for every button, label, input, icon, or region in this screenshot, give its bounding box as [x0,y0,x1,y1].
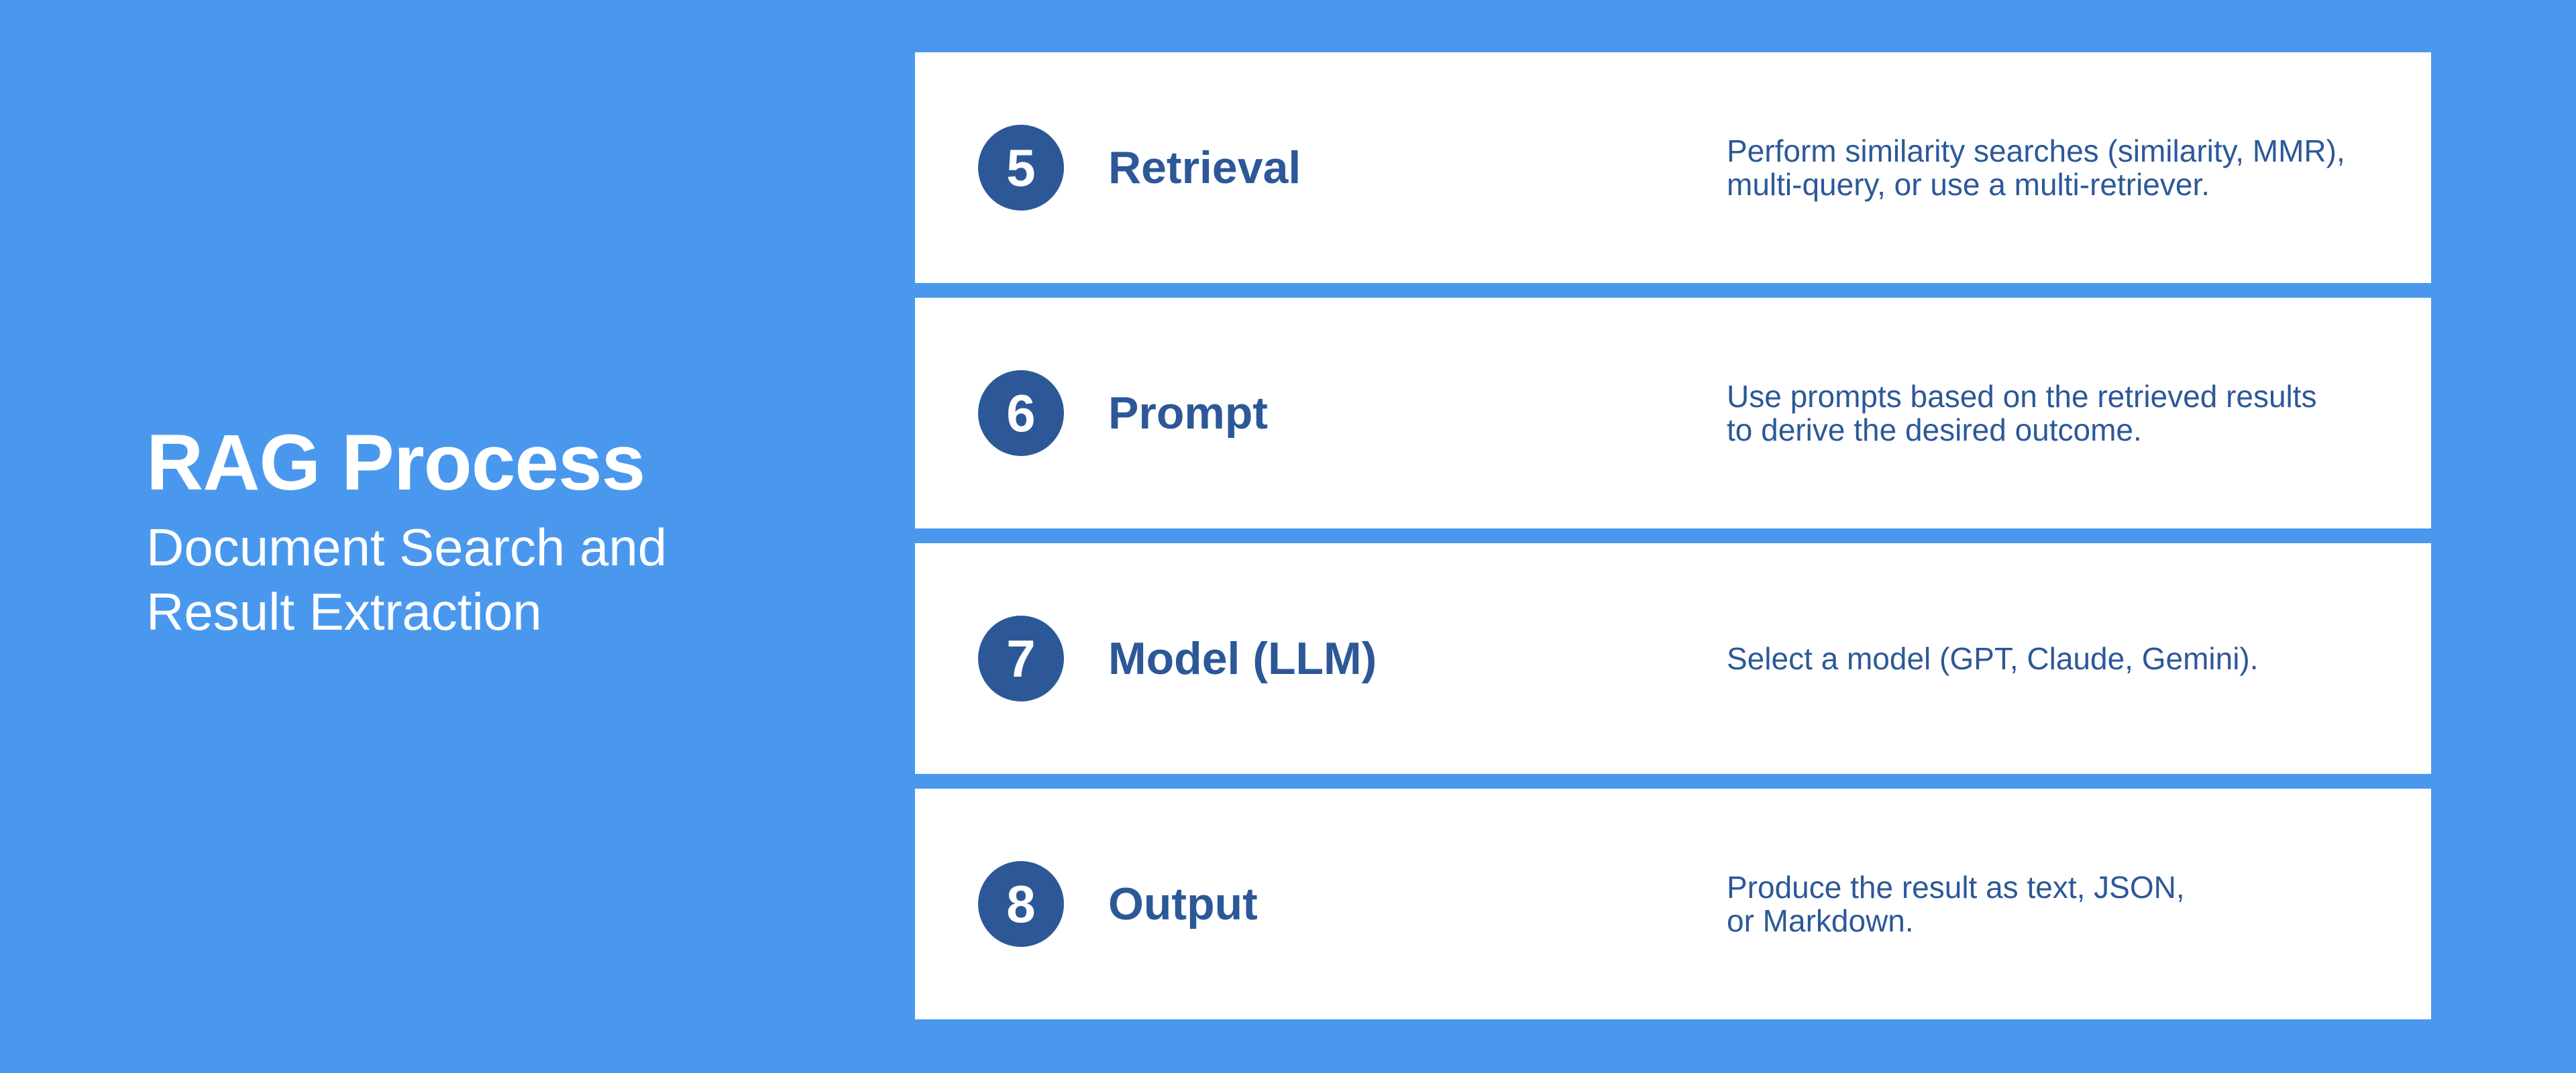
step-number-badge: 8 [978,861,1064,947]
step-title: Output [1108,879,1258,929]
step-card-model: 7 Model (LLM) Select a model (GPT, Claud… [915,543,2431,774]
step-card-retrieval: 5 Retrieval Perform similarity searches … [915,52,2431,283]
steps-list: 5 Retrieval Perform similarity searches … [915,52,2431,1019]
step-number-badge: 5 [978,125,1064,211]
step-description: Use prompts based on the retrieved resul… [1727,379,2317,447]
page-title: RAG Process [146,418,645,507]
header-panel: RAG Process Document Search and Result E… [146,416,817,644]
page-subtitle: Document Search and Result Extraction [146,518,667,641]
step-title: Prompt [1108,388,1268,439]
step-title: Model (LLM) [1108,633,1377,684]
step-number-badge: 6 [978,370,1064,456]
step-description: Produce the result as text, JSON, or Mar… [1727,870,2185,938]
step-number-badge: 7 [978,616,1064,701]
step-description: Select a model (GPT, Claude, Gemini). [1727,641,2259,676]
step-card-prompt: 6 Prompt Use prompts based on the retrie… [915,298,2431,528]
step-card-output: 8 Output Produce the result as text, JSO… [915,789,2431,1019]
step-title: Retrieval [1108,142,1301,193]
step-description: Perform similarity searches (similarity,… [1727,133,2345,202]
